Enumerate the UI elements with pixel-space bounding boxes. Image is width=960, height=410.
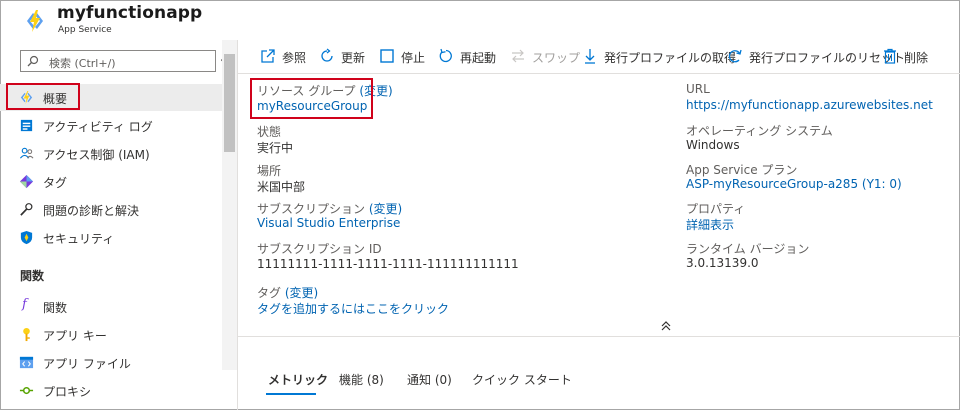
download-icon <box>585 49 595 64</box>
tag-icon <box>19 174 34 189</box>
url-link[interactable]: https://myfunctionapp.azurewebsites.net <box>686 98 933 112</box>
command-bar: 参照 更新 停止 再起動 スワップ 発行プロファイルの取得 発行プロファイルのリ… <box>238 40 960 74</box>
sidebar-item-label: アクセス制御 (IAM) <box>43 148 150 162</box>
runtime-label: ランタイム バージョン <box>686 242 810 256</box>
restart-icon <box>439 48 452 63</box>
runtime-value: 3.0.13139.0 <box>686 256 759 270</box>
location-label: 場所 <box>257 164 282 178</box>
activity-log-icon <box>20 119 33 132</box>
os-label: オペレーティング システム <box>686 124 833 138</box>
sidebar-item-app-keys[interactable]: アプリ キー <box>0 321 222 348</box>
search-icon <box>27 55 39 67</box>
add-tags-link[interactable]: タグを追加するにはここをクリック <box>257 300 449 317</box>
subscription-id-label: サブスクリプション ID <box>257 242 382 256</box>
function-icon: f <box>22 297 27 312</box>
open-external-icon <box>261 49 275 63</box>
url-label: URL <box>686 82 710 96</box>
stop-icon <box>380 49 394 63</box>
refresh-icon <box>321 48 333 62</box>
blade-header: myfunctionapp App Service <box>0 0 960 40</box>
restart-label: 再起動 <box>460 51 497 65</box>
app-subtitle: App Service <box>58 25 112 35</box>
sidebar-item-activity-log[interactable]: アクティビティ ログ <box>0 112 222 139</box>
sidebar-item-app-files[interactable]: アプリ ファイル <box>0 349 222 376</box>
essentials-divider <box>238 336 960 337</box>
app-title: myfunctionapp <box>57 3 203 23</box>
sidebar-item-diagnose[interactable]: 問題の診断と解決 <box>0 196 222 223</box>
sidebar-section-functions: 関数 <box>20 269 45 283</box>
key-icon <box>23 327 30 342</box>
sidebar-item-label: 問題の診断と解決 <box>43 204 140 218</box>
shield-icon <box>20 230 33 245</box>
swap-icon <box>512 49 524 63</box>
subscription-link[interactable]: Visual Studio Enterprise <box>257 216 400 230</box>
sidebar-item-proxies[interactable]: プロキシ <box>0 377 222 404</box>
wrench-icon <box>20 203 33 216</box>
search-placeholder: 検索 (Ctrl+/) <box>49 57 116 70</box>
get-publish-profile-label: 発行プロファイルの取得 <box>604 51 737 65</box>
subscription-row: サブスクリプション (変更) <box>257 200 402 217</box>
collapse-essentials-icon[interactable] <box>659 320 673 332</box>
reset-icon <box>728 49 742 63</box>
subscription-label: サブスクリプション <box>257 202 366 216</box>
tags-row: タグ (変更) <box>257 284 318 301</box>
subscription-id-value: 11111111-1111-1111-1111-111111111111 <box>257 257 519 271</box>
trash-icon <box>884 48 896 64</box>
tab-metrics[interactable]: メトリック <box>268 371 328 388</box>
delete-label: 削除 <box>904 51 929 65</box>
highlight-resource-group <box>250 78 373 119</box>
sidebar-scroll-thumb[interactable] <box>224 54 235 152</box>
tab-notifications[interactable]: 通知 (0) <box>407 371 452 388</box>
sidebar-item-label: セキュリティ <box>43 232 115 246</box>
plan-label: App Service プラン <box>686 163 798 177</box>
highlight-overview <box>6 83 80 110</box>
subscription-change-link[interactable]: (変更) <box>369 202 402 216</box>
sidebar-item-iam[interactable]: アクセス制御 (IAM) <box>0 140 222 167</box>
sidebar-item-label: アプリ ファイル <box>43 357 131 371</box>
stop-label: 停止 <box>401 51 426 65</box>
tags-change-link[interactable]: (変更) <box>285 286 318 300</box>
properties-link[interactable]: 詳細表示 <box>686 216 734 233</box>
sidebar-item-label: 関数 <box>43 301 68 315</box>
active-tab-indicator <box>266 393 316 395</box>
iam-icon <box>19 147 34 159</box>
os-value: Windows <box>686 138 740 152</box>
search-input[interactable]: 検索 (Ctrl+/) <box>20 50 216 72</box>
sidebar-item-functions[interactable]: f 関数 <box>0 293 222 320</box>
sidebar-item-label: アクティビティ ログ <box>43 120 153 134</box>
code-file-icon <box>19 356 34 369</box>
properties-label: プロパティ <box>686 202 746 216</box>
tab-quickstart[interactable]: クイック スタート <box>472 371 572 388</box>
plan-link[interactable]: ASP-myResourceGroup-a285 (Y1: 0) <box>686 177 902 191</box>
tab-features[interactable]: 機能 (8) <box>339 371 384 388</box>
browse-label: 参照 <box>282 51 307 65</box>
proxy-icon <box>19 386 34 395</box>
sidebar-item-label: アプリ キー <box>43 329 107 343</box>
swap-label: スワップ <box>532 51 581 65</box>
status-value: 実行中 <box>257 141 294 155</box>
refresh-label: 更新 <box>341 51 366 65</box>
function-app-icon <box>27 10 43 32</box>
location-value: 米国中部 <box>257 180 306 194</box>
sidebar-item-tags[interactable]: タグ <box>0 168 222 195</box>
status-label: 状態 <box>257 125 282 139</box>
sidebar-item-label: タグ <box>43 176 68 190</box>
sidebar-item-label: プロキシ <box>43 385 92 399</box>
sidebar-item-security[interactable]: セキュリティ <box>0 224 222 251</box>
tags-label: タグ <box>257 286 282 300</box>
